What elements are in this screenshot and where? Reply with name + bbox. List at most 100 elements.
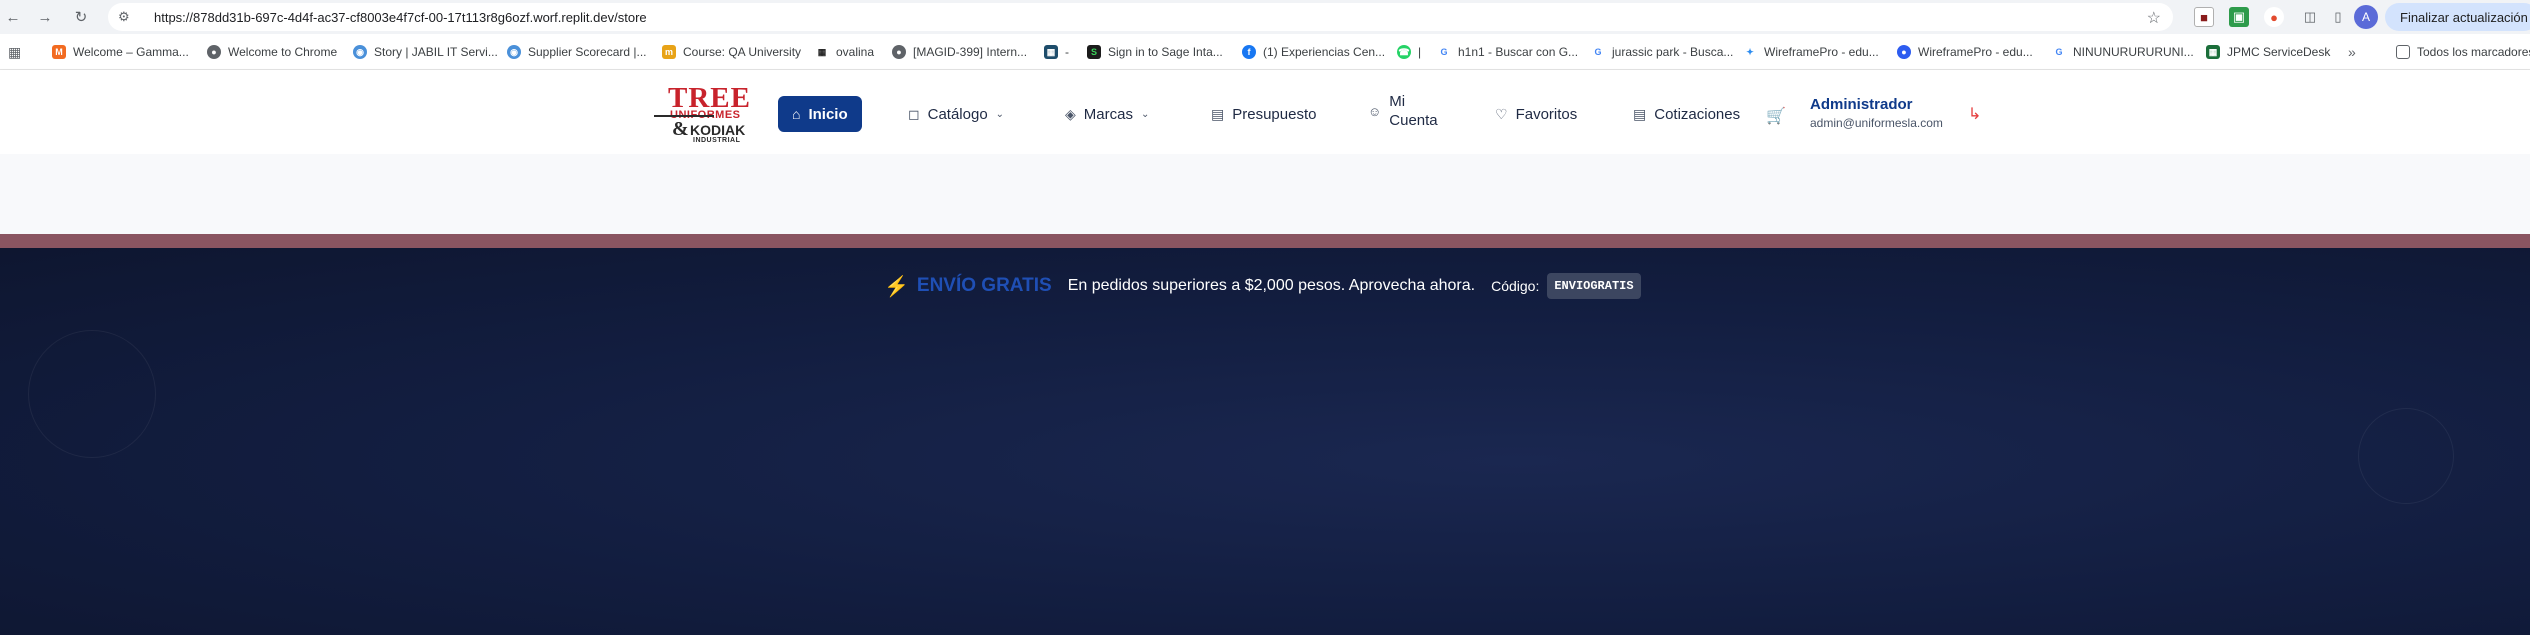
bookmarks-bar: ▦ M Welcome – Gamma... ● Welcome to Chrome… (0, 34, 2530, 70)
logo-text-kodiak: KODIAK (690, 122, 746, 138)
user-name: Administrador (1810, 96, 1913, 113)
extension-icon-1[interactable]: ■ (2194, 7, 2214, 27)
bookmark-favicon: ✦ (1743, 45, 1757, 59)
bookmark-star-icon[interactable]: ☆ (2147, 8, 2161, 28)
chevron-down-icon: ⌄ (995, 108, 1005, 120)
nav-presupuesto[interactable]: ▤ Presupuesto (1211, 96, 1316, 132)
bookmark-item[interactable]: ▦ JPMC ServiceDesk (2206, 43, 2330, 61)
more-bookmarks-icon[interactable]: » (2348, 43, 2356, 61)
user-email: admin@uniformesla.com (1810, 116, 1943, 130)
document-icon: ▤ (1633, 105, 1647, 122)
nav-mi-cuenta-label: Mi Cuenta (1389, 92, 1437, 130)
bookmark-favicon: S (1087, 45, 1101, 59)
bookmark-favicon: ◉ (507, 45, 521, 59)
bookmark-item[interactable]: ☎ | (1397, 43, 1421, 61)
nav-mi-cuenta-line1: Mi (1389, 93, 1406, 110)
lightning-icon: ⚡ (884, 275, 909, 298)
back-icon[interactable]: ← (0, 4, 26, 30)
bookmark-favicon: ☎ (1397, 45, 1411, 59)
profile-avatar[interactable]: A (2354, 5, 2378, 29)
logo-swoosh (654, 115, 714, 117)
bookmark-favicon: G (1437, 45, 1451, 59)
nav-catalogo-label: Catálogo (927, 105, 988, 123)
extensions-puzzle-icon[interactable]: ◫ (2300, 7, 2320, 27)
forward-icon[interactable]: → (32, 4, 58, 30)
all-bookmarks-folder[interactable]: Todos los marcadores (2396, 43, 2530, 61)
logo-text-industrial: INDUSTRIAL (693, 137, 741, 144)
nav-cotizaciones-label: Cotizaciones (1654, 105, 1741, 123)
extension-icon-3[interactable]: ● (2264, 7, 2284, 27)
bookmark-item[interactable]: ✦ WireframePro - edu... (1743, 43, 1879, 61)
bookmark-item[interactable]: f (1) Experiencias Cen... (1242, 43, 1385, 61)
nav-catalogo[interactable]: ◻ Catálogo ⌄ (908, 96, 1004, 132)
bookmark-item[interactable]: ▦ ovalina (815, 43, 874, 61)
site-info-icon[interactable]: ⚙ (118, 9, 138, 25)
bookmark-favicon: m (662, 45, 676, 59)
home-icon: ⌂ (792, 106, 801, 122)
decorative-circle (28, 330, 156, 458)
promo-code-badge[interactable]: ENVIOGRATIS (1547, 273, 1641, 299)
apps-grid-icon[interactable]: ▦ (8, 43, 21, 61)
nav-mi-cuenta-line2: Cuenta (1389, 112, 1438, 129)
nav-presupuesto-label: Presupuesto (1232, 105, 1317, 123)
address-bar[interactable]: ⚙ https://878dd31b-697c-4d4f-ac37-cf8003… (108, 3, 2173, 31)
bookmark-favicon: ● (1897, 45, 1911, 59)
reload-icon[interactable]: ↻ (68, 4, 94, 30)
bookmark-item[interactable]: S Sign in to Sage Inta... (1087, 43, 1223, 61)
sidebar-icon[interactable]: ▯ (2328, 7, 2348, 27)
folder-icon (2396, 45, 2410, 59)
nav-mi-cuenta[interactable]: ☺ Mi Cuenta (1368, 92, 1438, 130)
bookmark-item[interactable]: M Welcome – Gamma... (52, 43, 189, 61)
extension-icon-2[interactable]: ▣ (2229, 7, 2249, 27)
bookmark-favicon: f (1242, 45, 1256, 59)
browser-toolbar: ← → ↻ ⚙ https://878dd31b-697c-4d4f-ac37-… (0, 0, 2530, 34)
bookmark-favicon: G (1591, 45, 1605, 59)
brand-logo[interactable]: TREE UNIFORMES & KODIAK INDUSTRIAL (650, 82, 750, 144)
promo-title: ENVÍO GRATIS (916, 275, 1052, 296)
site-header: TREE UNIFORMES & KODIAK INDUSTRIAL ⌂ Ini… (0, 70, 2530, 154)
bookmark-item[interactable]: ◉ Supplier Scorecard |... (507, 43, 647, 61)
nav-cotizaciones[interactable]: ▤ Cotizaciones (1633, 96, 1740, 132)
bookmark-item[interactable]: ● [MAGID-399] Intern... (892, 43, 1027, 61)
decorative-circle (2358, 408, 2454, 504)
bookmark-item[interactable]: Gh1n1 - Buscar con G... (1437, 43, 1578, 61)
bookmark-favicon: ▦ (1044, 45, 1058, 59)
heart-icon: ♡ (1495, 105, 1508, 122)
bookmark-item[interactable]: Gjurassic park - Busca... (1591, 43, 1733, 61)
bookmark-item[interactable]: G NINUNURURURUNI... (2052, 43, 2194, 61)
bookmark-item[interactable]: ● Welcome to Chrome (207, 43, 337, 61)
nav-inicio[interactable]: ⌂ Inicio (778, 96, 862, 132)
finish-update-button[interactable]: Finalizar actualización (2385, 3, 2530, 31)
bookmark-favicon: ▦ (2206, 45, 2220, 59)
finish-update-label: Finalizar actualización (2400, 9, 2528, 25)
bookmark-favicon: G (2052, 45, 2066, 59)
bookmark-favicon: ● (892, 45, 906, 59)
accent-strip (0, 234, 2530, 248)
promo-code-label: Código: (1491, 278, 1540, 294)
cart-icon[interactable]: 🛒 (1766, 106, 1786, 126)
logo-ampersand: & (672, 118, 689, 140)
nav-inicio-label: Inicio (808, 105, 848, 123)
nav-favoritos-label: Favoritos (1515, 105, 1578, 123)
tag-icon: ◈ (1065, 105, 1076, 122)
bookmark-item[interactable]: ◉ Story | JABIL IT Servi... (353, 43, 498, 61)
free-shipping-banner: ⚡ ENVÍO GRATIS En pedidos superiores a $… (884, 270, 1641, 302)
promo-hero: ⚡ ENVÍO GRATIS En pedidos superiores a $… (0, 248, 2530, 635)
bookmark-item[interactable]: m Course: QA University (662, 43, 801, 61)
bookmark-item[interactable]: ▦ - (1044, 43, 1069, 61)
logout-icon[interactable]: ↳ (1968, 104, 1981, 124)
nav-marcas-label: Marcas (1083, 105, 1133, 123)
content-band (0, 154, 2530, 234)
document-icon: ▤ (1211, 105, 1225, 122)
bookmark-item[interactable]: ● WireframePro - edu... (1897, 43, 2033, 61)
url-text[interactable]: https://878dd31b-697c-4d4f-ac37-cf8003e4… (154, 10, 647, 25)
nav-marcas[interactable]: ◈ Marcas ⌄ (1065, 96, 1149, 132)
bookmark-favicon: M (52, 45, 66, 59)
bookmark-favicon: ● (207, 45, 221, 59)
user-account[interactable]: Administrador admin@uniformesla.com (1810, 96, 1943, 130)
promo-message: En pedidos superiores a $2,000 pesos. Ap… (1067, 277, 1476, 294)
package-icon: ◻ (908, 105, 920, 122)
bookmark-favicon: ◉ (353, 45, 367, 59)
nav-favoritos[interactable]: ♡ Favoritos (1495, 96, 1577, 132)
user-icon: ☺ (1368, 103, 1382, 119)
